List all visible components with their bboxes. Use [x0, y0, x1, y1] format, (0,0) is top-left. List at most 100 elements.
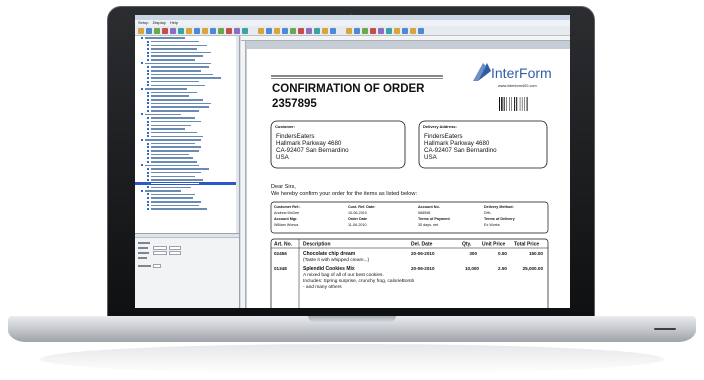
info-label: Order Date — [348, 217, 367, 221]
prop-label — [138, 247, 148, 249]
toolbar-button-icon[interactable] — [186, 28, 192, 34]
info-value: William Wonca — [274, 223, 299, 227]
barcode-bar — [521, 97, 523, 111]
tree-panel[interactable] — [135, 36, 240, 233]
toolbar-button-icon[interactable] — [210, 28, 216, 34]
tree-node-icon — [147, 120, 149, 123]
toolbar-button-icon[interactable] — [402, 28, 408, 34]
toolbar-button-icon[interactable] — [242, 28, 248, 34]
ruler-horizontal — [241, 36, 570, 41]
toolbar-button-icon[interactable] — [298, 28, 304, 34]
tree-node-icon — [141, 62, 143, 65]
tree-node-icon — [147, 98, 149, 101]
toolbar-button-icon[interactable] — [362, 28, 368, 34]
item-art: 02456 — [274, 251, 287, 256]
toolbar-button-icon[interactable] — [170, 28, 176, 34]
tree-node-icon — [147, 73, 149, 76]
barcode-bar — [499, 97, 500, 111]
tree-node-icon — [147, 84, 149, 87]
barcode-bar — [503, 97, 505, 111]
toolbar-button-icon[interactable] — [370, 28, 376, 34]
tree-node-icon — [147, 102, 149, 105]
toolbar-button-icon[interactable] — [266, 28, 272, 34]
tree-node-icon — [147, 160, 149, 163]
col-total-price: Total Price — [514, 242, 539, 248]
barcode-bar — [501, 97, 503, 111]
tree-item[interactable] — [135, 207, 239, 211]
toolbar-button-icon[interactable] — [330, 28, 336, 34]
toolbar-button-icon[interactable] — [282, 28, 288, 34]
laptop-base — [8, 316, 696, 342]
toolbar-button-icon[interactable] — [194, 28, 200, 34]
toolbar-button-icon[interactable] — [202, 28, 208, 34]
tree-node-icon — [147, 40, 149, 43]
tree-node-icon — [147, 124, 149, 127]
toolbar-button-icon[interactable] — [178, 28, 184, 34]
toolbar-button-icon[interactable] — [386, 28, 392, 34]
tree-node-icon — [147, 51, 149, 54]
tree-scrollbar[interactable] — [236, 36, 239, 233]
toolbar-button-icon[interactable] — [234, 28, 240, 34]
tree-node-icon — [147, 149, 149, 152]
properties-tabs[interactable] — [135, 234, 239, 238]
tree-node-icon — [147, 109, 149, 112]
toolbar-button-icon[interactable] — [378, 28, 384, 34]
barcode-bar — [524, 97, 525, 111]
toolbar-button-icon[interactable] — [410, 28, 416, 34]
toolbar-button-icon[interactable] — [162, 28, 168, 34]
tree-node-icon — [147, 80, 149, 83]
toolbar — [135, 26, 570, 36]
tree-node-icon — [147, 157, 149, 160]
tree-node-icon — [147, 127, 149, 130]
toolbar-button-icon[interactable] — [418, 28, 424, 34]
item-desc: Chocolate chip dream — [303, 251, 356, 257]
tree-node-icon — [147, 178, 149, 181]
toolbar-button-icon[interactable] — [258, 28, 264, 34]
col-description: Description — [303, 242, 331, 248]
toolbar-button-icon[interactable] — [394, 28, 400, 34]
tree-node-icon — [147, 175, 149, 178]
toolbar-button-icon[interactable] — [322, 28, 328, 34]
tree-node-icon — [147, 106, 149, 109]
item-total: 150.00 — [529, 251, 543, 256]
toolbar-button-icon[interactable] — [306, 28, 312, 34]
tree-node-icon — [147, 69, 149, 72]
order-number: 2357895 — [272, 98, 317, 110]
toolbar-button-icon[interactable] — [290, 28, 296, 34]
document-page: CONFIRMATION OF ORDER 2357895 InterForm … — [247, 49, 570, 308]
customer-line: CA-92407 San Bernardino — [276, 147, 349, 154]
prop-field[interactable] — [153, 264, 161, 268]
tree-node-icon — [147, 208, 149, 211]
info-value: Ex Works — [484, 223, 500, 227]
prop-field[interactable] — [169, 251, 181, 255]
tree-node-icon — [141, 87, 143, 90]
reflection — [40, 344, 664, 374]
item-sub: - and many others — [303, 284, 342, 290]
tree-node-icon — [147, 182, 149, 185]
toolbar-button-icon[interactable] — [154, 28, 160, 34]
col-qty: Qty. — [462, 242, 472, 248]
tree-node-icon — [147, 131, 149, 134]
prop-label — [138, 265, 151, 267]
prop-field[interactable] — [169, 246, 181, 250]
toolbar-button-icon[interactable] — [274, 28, 280, 34]
toolbar-button-icon[interactable] — [314, 28, 320, 34]
tree-node-icon — [141, 36, 143, 39]
item-desc: Splendid Cookies Mix — [303, 266, 355, 272]
toolbar-button-icon[interactable] — [346, 28, 352, 34]
toolbar-button-icon[interactable] — [354, 28, 360, 34]
prop-field[interactable] — [153, 251, 167, 255]
customer-heading: Customer: — [275, 124, 295, 129]
delivery-heading: Delivery Address: — [423, 124, 457, 129]
sleep-indicator — [654, 328, 676, 330]
tree-node-icon — [147, 193, 149, 196]
tree-node-icon — [147, 168, 149, 170]
toolbar-button-icon[interactable] — [226, 28, 232, 34]
info-label: Terms of Payment — [418, 217, 450, 221]
toolbar-button-icon[interactable] — [218, 28, 224, 34]
toolbar-button-icon[interactable] — [138, 28, 144, 34]
item-sub: A mixed bag of all of our best cookies. — [303, 272, 384, 278]
delivery-line: Hallmark Parkway 4680 — [424, 140, 490, 147]
prop-field[interactable] — [153, 246, 167, 250]
toolbar-button-icon[interactable] — [146, 28, 152, 34]
